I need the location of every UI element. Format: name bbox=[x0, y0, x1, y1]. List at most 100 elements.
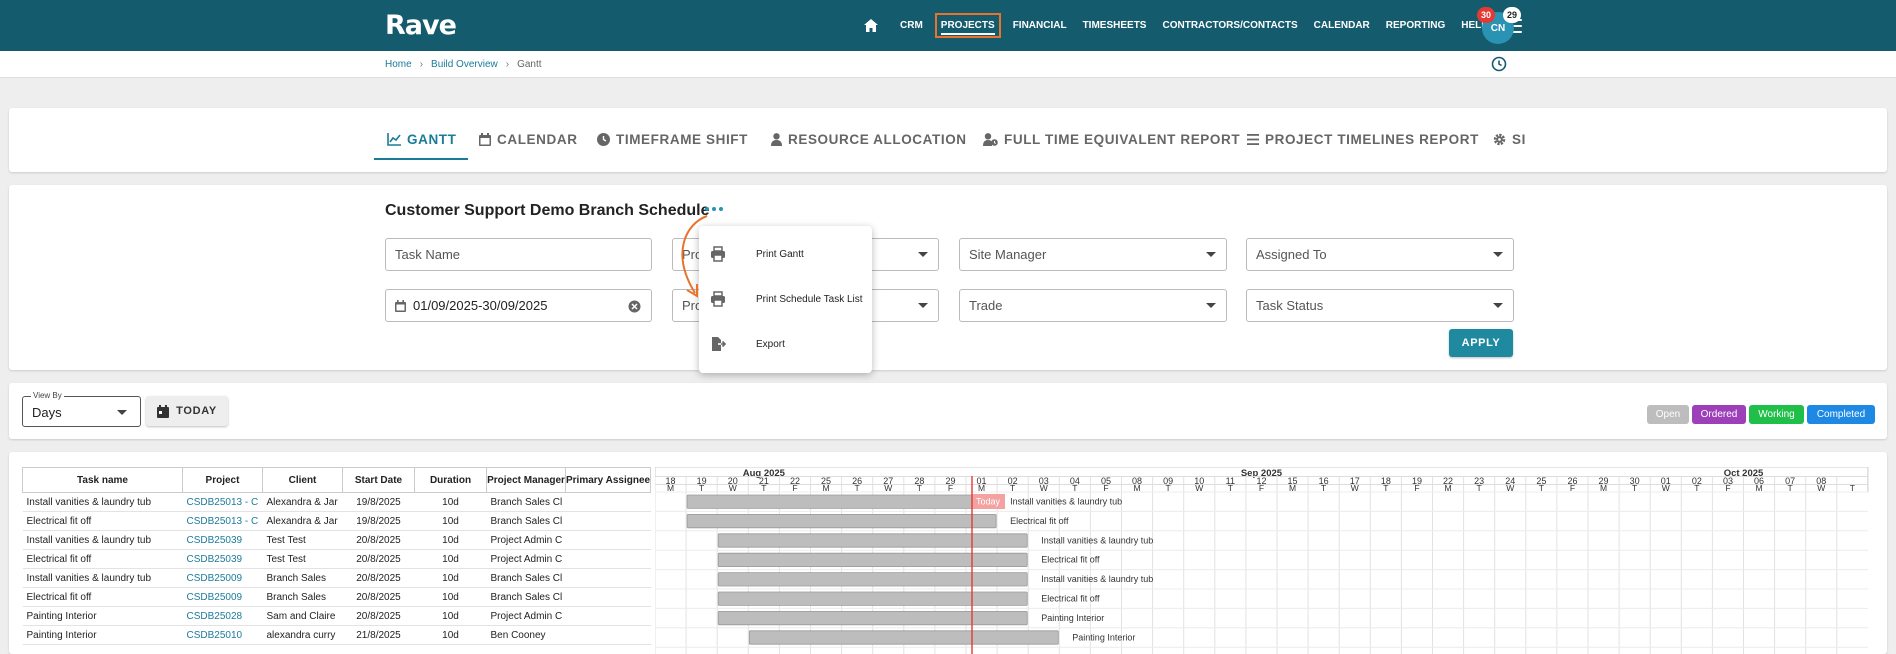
project-link[interactable]: CSDB25039 bbox=[182, 530, 263, 550]
menu-item-label: Print Gantt bbox=[756, 248, 804, 260]
task-name-cell: Painting Interior bbox=[22, 606, 183, 626]
project-manager-cell: Branch Sales Cl bbox=[486, 511, 566, 531]
menu-item-export[interactable]: Export bbox=[699, 324, 872, 364]
tab-calendar[interactable]: CALENDAR bbox=[479, 132, 578, 147]
status-completed-badge: Completed bbox=[1807, 405, 1875, 424]
start-date-cell: 20/8/2025 bbox=[342, 568, 415, 588]
duration-cell: 10d bbox=[414, 568, 487, 588]
gantt-timeline: Aug 2025 Sep 2025 Oct 202518M19T20W21T22F2… bbox=[655, 467, 1869, 654]
schedule-options-menu: Print Gantt Print Schedule Task List Exp… bbox=[699, 226, 872, 373]
project-link[interactable]: CSDB25039 bbox=[182, 549, 263, 569]
nav-contractors-contacts[interactable]: CONTRACTORS/CONTACTS bbox=[1162, 20, 1297, 31]
menu-item-print-gantt[interactable]: Print Gantt bbox=[699, 234, 872, 274]
notification-badge[interactable]: 30 bbox=[1477, 7, 1495, 23]
client-cell: Test Test bbox=[262, 530, 343, 550]
duration-cell: 10d bbox=[414, 606, 487, 626]
trade-select[interactable]: Trade bbox=[959, 289, 1227, 322]
assigned-to-select[interactable]: Assigned To bbox=[1246, 238, 1514, 271]
duration-cell: 10d bbox=[414, 625, 487, 645]
client-cell: Sam and Claire bbox=[262, 606, 343, 626]
schedule-title: Customer Support Demo Branch Schedule bbox=[385, 202, 710, 219]
project-link[interactable]: CSDB25009 bbox=[182, 568, 263, 588]
column-header[interactable]: Duration bbox=[414, 467, 487, 493]
duration-cell: 10d bbox=[414, 549, 487, 569]
start-date-cell: 20/8/2025 bbox=[342, 549, 415, 569]
table-row[interactable]: Install vanities & laundry tub CSDB25039 T… bbox=[22, 530, 651, 550]
project-manager-cell: Branch Sales Cl bbox=[486, 492, 566, 512]
person-icon bbox=[771, 133, 782, 146]
project-link[interactable]: CSDB25013 - C bbox=[182, 492, 263, 512]
task-grid-body: Install vanities & laundry tub CSDB25013 … bbox=[22, 492, 651, 645]
duration-cell: 10d bbox=[414, 587, 487, 607]
primary-assignee-cell bbox=[565, 511, 651, 531]
nav-financial[interactable]: FINANCIAL bbox=[1013, 20, 1067, 31]
view-by-value: Days bbox=[32, 405, 62, 420]
column-header[interactable]: Project Manager bbox=[486, 467, 566, 493]
date-range-field[interactable]: 01/09/2025-30/09/2025 bbox=[385, 289, 652, 322]
assigned-to-label: Assigned To bbox=[1256, 247, 1327, 262]
table-row[interactable]: Install vanities & laundry tub CSDB25009 B… bbox=[22, 568, 651, 588]
table-row[interactable]: Electrical fit off CSDB25039 Test Test 20/8… bbox=[22, 549, 651, 569]
tab-resource-allocation[interactable]: RESOURCE ALLOCATION bbox=[771, 132, 967, 147]
tab-gantt[interactable]: GANTT bbox=[387, 132, 457, 147]
project-link[interactable]: CSDB25013 - C bbox=[182, 511, 263, 531]
column-header[interactable]: Task name bbox=[22, 467, 183, 493]
project-link[interactable]: CSDB25028 bbox=[182, 606, 263, 626]
nav-calendar[interactable]: CALENDAR bbox=[1314, 20, 1370, 31]
message-badge[interactable]: 29 bbox=[1503, 7, 1521, 23]
tab-settings-label: SI bbox=[1512, 132, 1526, 147]
app-logo[interactable]: Rave bbox=[385, 10, 457, 41]
gantt-bar-label: Install vanities & laundry tub bbox=[1041, 535, 1153, 545]
breadcrumb-separator: › bbox=[419, 59, 424, 70]
tab-full-time-equivalent-report[interactable]: FULL TIME EQUIVALENT REPORT bbox=[983, 132, 1240, 147]
tab-calendar-label: CALENDAR bbox=[497, 132, 578, 147]
primary-assignee-cell bbox=[565, 606, 651, 626]
table-row[interactable]: Painting Interior CSDB25028 Sam and Claire… bbox=[22, 606, 651, 626]
nav-timesheets[interactable]: TIMESHEETS bbox=[1083, 20, 1147, 31]
task-grid-header: Task name Project Client Start Date Dura… bbox=[22, 467, 652, 493]
column-header[interactable]: Project bbox=[182, 467, 263, 493]
today-button[interactable]: TODAY bbox=[146, 396, 228, 426]
printer-icon bbox=[711, 246, 725, 262]
tab-project-timelines-report[interactable]: PROJECT TIMELINES REPORT bbox=[1247, 132, 1479, 147]
table-row[interactable]: Electrical fit off CSDB25013 - C Alexandra… bbox=[22, 511, 651, 531]
gantt-bar bbox=[717, 610, 1028, 626]
more-options-icon[interactable] bbox=[705, 207, 725, 213]
home-icon[interactable] bbox=[860, 15, 882, 37]
task-grid: Task name Project Client Start Date Dura… bbox=[22, 467, 652, 645]
clear-icon[interactable] bbox=[628, 300, 641, 313]
nav-reporting[interactable]: REPORTING bbox=[1386, 20, 1445, 31]
user-clock-icon bbox=[983, 133, 998, 146]
breadcrumb-current: Gantt bbox=[517, 59, 542, 70]
apply-button[interactable]: APPLY bbox=[1449, 329, 1513, 357]
tab-timeframe-shift[interactable]: TIMEFRAME SHIFT bbox=[597, 132, 748, 147]
status-ordered-badge: Ordered bbox=[1692, 405, 1746, 424]
task-name-input[interactable]: Task Name bbox=[385, 238, 652, 271]
table-row[interactable]: Electrical fit off CSDB25009 Branch Sales 2… bbox=[22, 587, 651, 607]
project-manager-cell: Branch Sales Cl bbox=[486, 568, 566, 588]
nav-crm[interactable]: CRM bbox=[900, 20, 923, 31]
task-status-select[interactable]: Task Status bbox=[1246, 289, 1514, 322]
table-row[interactable]: Install vanities & laundry tub CSDB25013 … bbox=[22, 492, 651, 512]
primary-assignee-cell bbox=[565, 625, 651, 645]
project-link[interactable]: CSDB25009 bbox=[182, 587, 263, 607]
nav-projects[interactable]: PROJECTS bbox=[934, 13, 1001, 38]
breadcrumb-home[interactable]: Home bbox=[385, 59, 412, 70]
table-row[interactable]: Painting Interior CSDB25010 alexandra curr… bbox=[22, 625, 651, 645]
start-date-cell: 20/8/2025 bbox=[342, 606, 415, 626]
column-header[interactable]: Start Date bbox=[342, 467, 415, 493]
tab-project-timelines-report-label: PROJECT TIMELINES REPORT bbox=[1265, 132, 1479, 147]
site-manager-select[interactable]: Site Manager bbox=[959, 238, 1227, 271]
view-by-select[interactable]: View By Days bbox=[22, 391, 141, 427]
gantt-bar bbox=[717, 552, 1028, 567]
project-link[interactable]: CSDB25010 bbox=[182, 625, 263, 645]
clock-icon[interactable] bbox=[1491, 56, 1507, 72]
column-header[interactable]: Client bbox=[262, 467, 343, 493]
status-working-badge: Working bbox=[1749, 405, 1804, 424]
menu-item-print-schedule-task-list[interactable]: Print Schedule Task List bbox=[699, 279, 872, 319]
column-header[interactable]: Primary Assignee bbox=[564, 467, 652, 493]
gantt-bar-label: Electrical fit off bbox=[1041, 594, 1100, 604]
tab-settings[interactable]: SI bbox=[1493, 132, 1526, 147]
breadcrumb-build-overview[interactable]: Build Overview bbox=[431, 59, 498, 70]
client-cell: Alexandra & Jar bbox=[262, 492, 343, 512]
